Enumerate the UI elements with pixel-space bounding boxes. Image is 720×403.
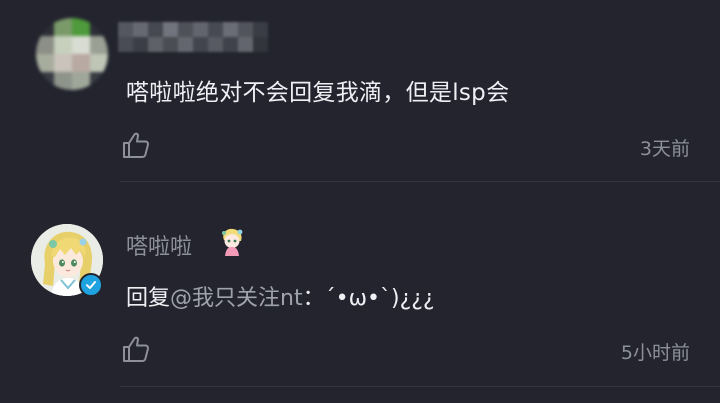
username-obscured[interactable] [118,22,268,52]
comment-time: 3天前 [639,138,690,160]
verified-badge-icon [79,273,103,297]
thumbs-up-icon[interactable] [121,334,151,364]
divider [120,386,720,387]
comment-time: 5小时前 [620,342,690,364]
reply-prefix: 回复 [126,286,171,311]
mention-link[interactable]: @我只关注nt [170,286,303,311]
reply-body: ´•ω•`)¿¿¿ [324,286,435,311]
comment-text: 嗒啦啦绝对不会回复我滴，但是lsp会 [126,80,510,106]
chibi-medal-icon[interactable] [218,226,246,256]
username[interactable]: 嗒啦啦 [126,229,192,261]
thumbs-up-icon[interactable] [121,130,151,160]
divider [120,181,720,182]
reply-text: 回复@我只关注nt：´•ω•`)¿¿¿ [126,280,435,312]
avatar[interactable] [36,18,108,90]
reply-separator: ： [302,286,325,311]
